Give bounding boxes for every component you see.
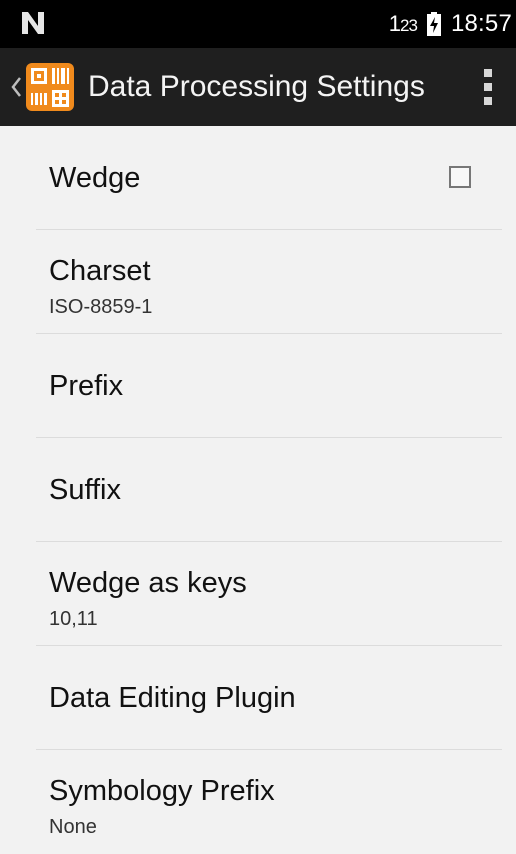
battery-charging-icon (426, 12, 441, 36)
overflow-menu-icon[interactable] (478, 69, 498, 105)
pref-title: Suffix (49, 474, 122, 506)
app-barcode-icon (26, 63, 74, 111)
pref-title: Prefix (49, 370, 124, 402)
pref-suffix[interactable]: Suffix (36, 438, 502, 542)
status-bar: 1 23 18:57 (0, 0, 516, 48)
overflow-dot (484, 97, 492, 105)
network-sub: 23 (400, 16, 418, 35)
pref-summary: ISO-8859-1 (49, 296, 153, 318)
pref-symbology-prefix[interactable]: Symbology Prefix None (36, 750, 502, 854)
pref-charset[interactable]: Charset ISO-8859-1 (36, 230, 502, 334)
notification-n-icon (18, 8, 48, 38)
pref-title: Symbology Prefix (49, 775, 275, 807)
pref-wedge[interactable]: Wedge (36, 126, 502, 230)
pref-title: Charset (49, 255, 151, 287)
pref-title: Wedge as keys (49, 567, 247, 599)
pref-prefix[interactable]: Prefix (36, 334, 502, 438)
pref-data-editing-plugin[interactable]: Data Editing Plugin (36, 646, 502, 750)
action-bar: Data Processing Settings (0, 48, 516, 126)
status-clock: 18:57 (450, 10, 512, 37)
preference-list: Wedge Charset ISO-8859-1 Prefix Suffix W… (0, 126, 516, 854)
back-chevron-icon (8, 72, 24, 102)
pref-wedge-as-keys[interactable]: Wedge as keys 10,11 (36, 542, 502, 646)
network-type-indicator: 1 23 (388, 11, 418, 37)
status-icons: 1 23 18:57 (389, 0, 512, 48)
up-button[interactable] (0, 48, 84, 126)
pref-title: Data Editing Plugin (49, 682, 296, 714)
wedge-checkbox[interactable] (449, 166, 471, 188)
pref-summary: 10,11 (49, 608, 98, 630)
overflow-dot (484, 83, 492, 91)
pref-summary: None (49, 816, 97, 838)
toolbar-title: Data Processing Settings (88, 70, 425, 103)
pref-title: Wedge (49, 162, 141, 194)
network-main: 1 (388, 11, 401, 36)
overflow-dot (484, 69, 492, 77)
